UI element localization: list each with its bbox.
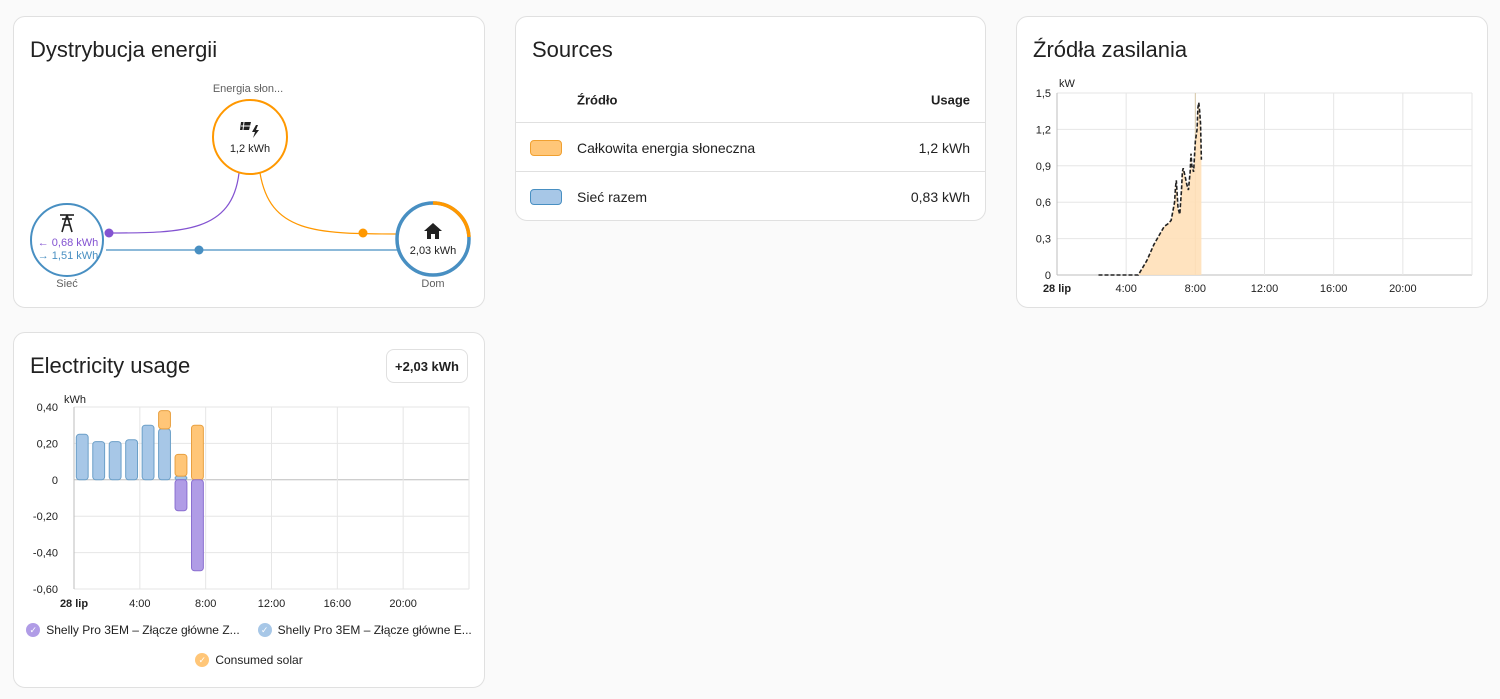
solar-swatch (530, 139, 562, 156)
solar-area (1098, 102, 1202, 275)
table-row: Całkowita energia słoneczna 1,2 kWh (516, 124, 985, 172)
bar-segment (141, 424, 155, 481)
grid-label: Sieć (56, 278, 78, 290)
check-icon: ✓ (257, 623, 272, 637)
y-axis-label: kWh (64, 394, 86, 406)
y-tick-label: -0,60 (33, 584, 58, 596)
bar-segment (158, 410, 171, 430)
solar-value: 1,2 kWh (230, 143, 270, 155)
solar-label: Energia słon... (213, 83, 283, 95)
flow-solar-to-home (259, 172, 398, 235)
check-icon: ✓ (26, 623, 41, 637)
check-icon: ✓ (195, 653, 210, 667)
source-name: Sieć razem (577, 189, 648, 205)
x-tick-label: 12:00 (1251, 283, 1279, 295)
sources-title: Sources (532, 37, 613, 62)
y-tick-label: 0,3 (1036, 234, 1051, 246)
power-sources-card: Źródła zasilania 0 0,3 0,6 0,9 1,2 1,5 28 lip 4… (1016, 16, 1488, 308)
y-tick-label: 0,20 (37, 438, 58, 450)
electricity-usage-card: Electricity usage +2,03 kWh 0,40 0,20 0 -0,… (13, 332, 485, 688)
grid-in-value: ← 0,68 kWh (38, 237, 99, 249)
bar-segment (158, 428, 171, 481)
bar-segment (191, 479, 204, 572)
y-tick-label: 0 (52, 475, 58, 487)
bar-segment (108, 441, 122, 481)
y-tick-label: 0 (1045, 270, 1051, 282)
bar-segment (174, 479, 188, 512)
x-tick-label: 28 lip (1043, 283, 1071, 295)
flow-dot-solar (358, 228, 368, 238)
bar-segment (92, 441, 106, 481)
home-label: Dom (421, 278, 444, 290)
x-tick-label: 8:00 (195, 598, 216, 610)
bar-segment (174, 453, 188, 477)
y-tick-label: 0,9 (1036, 161, 1051, 173)
x-tick-label: 20:00 (389, 598, 417, 610)
legend-item-grid-return[interactable]: ✓ Shelly Pro 3EM – Złącze główne Z... (26, 623, 240, 637)
grid-swatch (530, 189, 562, 205)
flow-dot-return (104, 228, 114, 238)
y-tick-label: 1,2 (1036, 124, 1051, 136)
usage-legend-row-2: ✓ Consumed solar (14, 653, 484, 667)
source-name: Całkowita energia słoneczna (577, 139, 756, 156)
flow-solar-to-grid (108, 172, 240, 234)
source-usage: 0,83 kWh (910, 189, 970, 205)
bar-segment (191, 424, 204, 481)
solar-node[interactable] (212, 99, 288, 175)
bar-segment (75, 433, 89, 481)
legend-item-consumed-solar[interactable]: ✓ Consumed solar (195, 653, 303, 667)
x-tick-label: 4:00 (1115, 283, 1136, 295)
y-tick-label: -0,40 (33, 548, 58, 560)
table-row: Sieć razem 0,83 kWh (516, 173, 985, 221)
y-axis-label: kW (1059, 78, 1076, 90)
sources-table-header: Źródło Usage (516, 77, 985, 123)
legend-label: Consumed solar (215, 653, 303, 667)
grid-out-value: → 1,51 kWh (38, 250, 99, 262)
bar-segment (125, 439, 139, 481)
legend-item-grid-consumption[interactable]: ✓ Shelly Pro 3EM – Złącze główne E... (257, 623, 472, 637)
x-tick-label: 20:00 (1389, 283, 1417, 295)
x-tick-label: 28 lip (60, 598, 88, 610)
x-tick-label: 12:00 (258, 598, 286, 610)
flow-dot-grid (194, 245, 204, 255)
column-header-usage[interactable]: Usage (931, 92, 970, 107)
bar-segment (174, 475, 188, 481)
source-usage: 1,2 kWh (918, 139, 970, 156)
x-tick-label: 16:00 (1320, 283, 1348, 295)
y-tick-label: 1,5 (1036, 88, 1051, 100)
y-tick-label: 0,6 (1036, 197, 1051, 209)
power-sources-chart[interactable]: 0 0,3 0,6 0,9 1,2 1,5 28 lip 4:00 8:00 12:00 16:00… (1017, 17, 1489, 309)
x-tick-label: 8:00 (1185, 283, 1206, 295)
legend-label: Shelly Pro 3EM – Złącze główne Z... (46, 623, 240, 637)
energy-flow-diagram: Energia słon... 1,2 kWh ← 0,68 kWh → 1,5… (30, 83, 471, 290)
x-tick-label: 16:00 (324, 598, 352, 610)
home-value: 2,03 kWh (410, 245, 456, 257)
usage-title: Electricity usage (30, 353, 191, 378)
column-header-source[interactable]: Źródło (577, 92, 617, 107)
usage-legend-row-1: ✓ Shelly Pro 3EM – Złącze główne Z... ✓ … (14, 623, 484, 637)
x-tick-label: 4:00 (129, 598, 150, 610)
energy-distribution-card: Dystrybucja energii Energia słon... 1,2 … (13, 16, 485, 308)
total-usage-badge: +2,03 kWh (386, 349, 468, 383)
y-tick-label: 0,40 (37, 402, 58, 414)
y-tick-label: -0,20 (33, 511, 58, 523)
legend-label: Shelly Pro 3EM – Złącze główne E... (277, 623, 472, 637)
sources-card: Sources Źródło Usage Całkowita energia s… (515, 16, 986, 221)
